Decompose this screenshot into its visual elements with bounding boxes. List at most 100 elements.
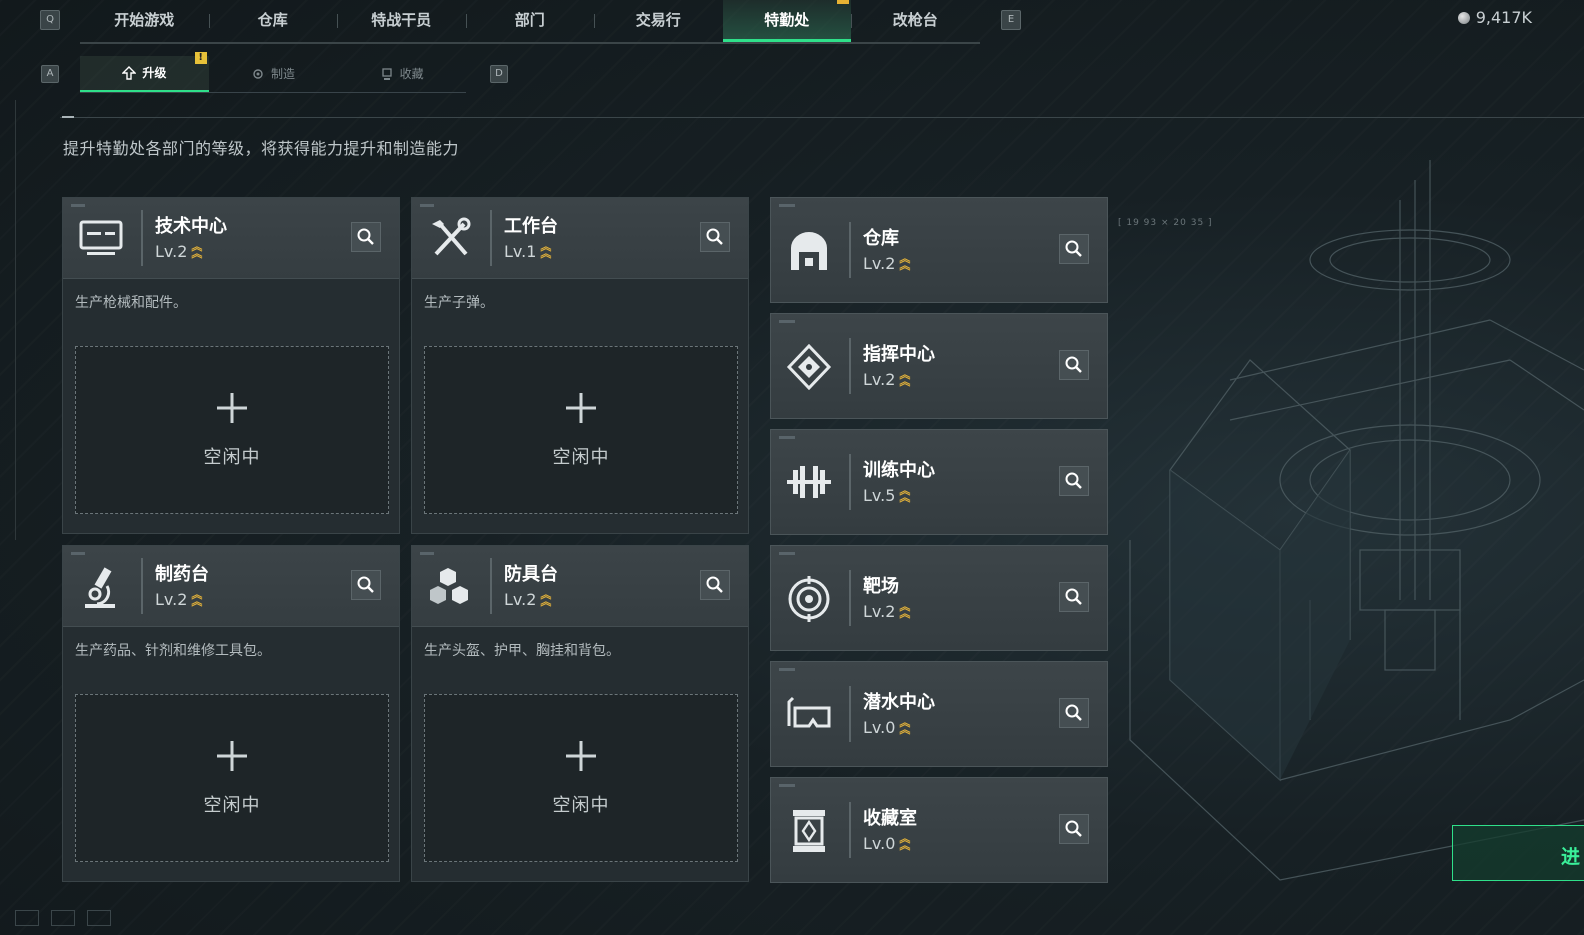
header-separator — [849, 222, 851, 278]
facility-card-training-center[interactable]: 训练中心 Lv.5 ︽ ︽ — [770, 429, 1108, 535]
search-icon — [1065, 588, 1082, 605]
facility-level: Lv.2 ︽ ︽ — [863, 369, 910, 390]
subtab-craft[interactable]: 制造 — [209, 56, 338, 92]
search-button[interactable] — [351, 222, 381, 252]
level-text: Lv.2 — [863, 370, 896, 389]
level-text: Lv.2 — [863, 602, 896, 621]
facility-card-workbench[interactable]: 工作台 Lv.1 ︽ ︽ 生产子弹。 空闲中 — [411, 197, 749, 534]
key-hint-d: D — [490, 65, 508, 83]
subtab-upgrade[interactable]: 升级 ! — [80, 52, 209, 92]
facility-card-command-center[interactable]: 指挥中心 Lv.2 ︽ ︽ — [770, 313, 1108, 419]
page-description: 提升特勤处各部门的等级，将获得能力提升和制造能力 — [63, 139, 460, 158]
corner-tag — [779, 320, 795, 323]
production-slot[interactable]: 空闲中 — [75, 694, 389, 862]
enter-button-label: 进 — [1560, 846, 1580, 868]
facility-card-tech-center[interactable]: 技术中心 Lv.2 ︽ ︽ 生产枪械和配件。 空闲中 — [62, 197, 400, 534]
header-separator — [141, 210, 143, 266]
facility-card-warehouse[interactable]: 仓库 Lv.2 ︽ ︽ — [770, 197, 1108, 303]
sub-tabs: 升级 ! 制造 收藏 — [80, 52, 466, 93]
facility-card-collection-room[interactable]: 收藏室 Lv.0 ︽ ︽ — [770, 777, 1108, 883]
tab-special-services[interactable]: 特勤处 — [722, 0, 851, 42]
facility-name: 指挥中心 — [863, 344, 935, 365]
tab-start-game[interactable]: 开始游戏 — [80, 0, 209, 42]
command-icon — [786, 344, 832, 390]
search-button[interactable] — [1059, 698, 1089, 728]
subtab-collection[interactable]: 收藏 — [337, 56, 466, 92]
search-icon — [706, 576, 723, 593]
search-button[interactable] — [1059, 350, 1089, 380]
search-button[interactable] — [1059, 814, 1089, 844]
upgrade-chevron-icon: ︽ ︽ — [899, 251, 911, 272]
corner-tag — [420, 204, 434, 207]
boxes-icon — [430, 568, 468, 604]
search-icon — [706, 228, 723, 245]
header-separator — [849, 570, 851, 626]
corner-tag — [71, 204, 85, 207]
search-icon — [1065, 820, 1082, 837]
facility-card-armor-bench[interactable]: 防具台 Lv.2 ︽ ︽ 生产头盔、护甲、胸挂和背包。 空闲中 — [411, 545, 749, 882]
subtab-collection-label: 收藏 — [399, 67, 424, 81]
production-slot[interactable]: 空闲中 — [424, 346, 738, 514]
coin-icon — [1457, 11, 1470, 24]
facility-name: 制药台 — [155, 564, 209, 585]
slot-status: 空闲中 — [552, 795, 610, 816]
facility-level: Lv.1 ︽ ︽ — [504, 241, 551, 262]
search-button[interactable] — [351, 570, 381, 600]
facility-name: 收藏室 — [863, 808, 917, 829]
key-hint-q: Q — [40, 10, 60, 30]
warehouse-icon — [791, 232, 827, 270]
search-button[interactable] — [700, 570, 730, 600]
subtab-craft-label: 制造 — [271, 67, 296, 81]
production-slot[interactable]: 空闲中 — [75, 346, 389, 514]
search-icon — [357, 576, 374, 593]
facility-description: 生产药品、针剂和维修工具包。 — [75, 643, 271, 659]
level-text: Lv.1 — [504, 242, 537, 261]
upgrade-chevron-icon: ︽ ︽ — [899, 483, 911, 504]
facility-card-shooting-range[interactable]: 靶场 Lv.2 ︽ ︽ — [770, 545, 1108, 651]
tab-warehouse[interactable]: 仓库 — [208, 0, 338, 42]
slot-status: 空闲中 — [203, 447, 261, 468]
facility-card-diving-center[interactable]: 潜水中心 Lv.0 ︽ ︽ — [770, 661, 1108, 767]
search-button[interactable] — [1059, 582, 1089, 612]
facility-level: Lv.2 ︽ ︽ — [155, 587, 203, 610]
facility-name: 潜水中心 — [863, 692, 935, 713]
currency-amount: 9,417K — [1475, 8, 1532, 27]
top-navigation: Q 开始游戏 仓库 特战干员 部门 交易行 特勤处 改枪台 E 9,417K — [0, 0, 1584, 44]
tab-department[interactable]: 部门 — [465, 0, 595, 42]
plus-icon — [566, 393, 596, 423]
plus-icon — [217, 393, 247, 423]
header-separator — [849, 338, 851, 394]
slot-status: 空闲中 — [203, 795, 261, 816]
facility-card-pharmacy[interactable]: 制药台 Lv.2 ︽ ︽ 生产药品、针剂和维修工具包。 空闲中 — [62, 545, 400, 882]
enter-button[interactable]: 进 — [1452, 825, 1584, 881]
card-header: 制药台 Lv.2 ︽ ︽ — [63, 546, 399, 627]
search-icon — [1065, 472, 1082, 489]
upgrade-chevron-icon: ︽ ︽ — [191, 587, 203, 608]
tab-gunsmith[interactable]: 改枪台 — [851, 0, 980, 42]
key-hint-a: A — [41, 65, 59, 83]
section-divider — [60, 117, 1584, 118]
microscope-icon — [85, 567, 115, 608]
level-text: Lv.2 — [863, 254, 896, 273]
header-separator — [490, 558, 492, 614]
tab-trade[interactable]: 交易行 — [594, 0, 723, 42]
decorative-rail — [15, 100, 16, 540]
header-separator — [141, 558, 143, 614]
search-button[interactable] — [1059, 466, 1089, 496]
trophy-icon — [382, 68, 392, 80]
corner-tag — [420, 552, 434, 555]
search-icon — [1065, 356, 1082, 373]
facility-level: Lv.2 ︽ ︽ — [863, 251, 911, 274]
corner-tag — [71, 552, 85, 555]
search-icon — [1065, 240, 1082, 257]
upgrade-chevron-icon: ︽ ︽ — [540, 587, 552, 608]
slot-status: 空闲中 — [552, 447, 610, 468]
facility-level: Lv.2 ︽ ︽ — [155, 241, 202, 262]
tab-operators[interactable]: 特战干员 — [337, 0, 466, 42]
header-separator — [849, 454, 851, 510]
production-slot[interactable]: 空闲中 — [424, 694, 738, 862]
search-button[interactable] — [1059, 234, 1089, 264]
dumbbell-icon — [787, 466, 831, 498]
facility-level: Lv.0 ︽ ︽ — [863, 717, 910, 738]
search-button[interactable] — [700, 222, 730, 252]
